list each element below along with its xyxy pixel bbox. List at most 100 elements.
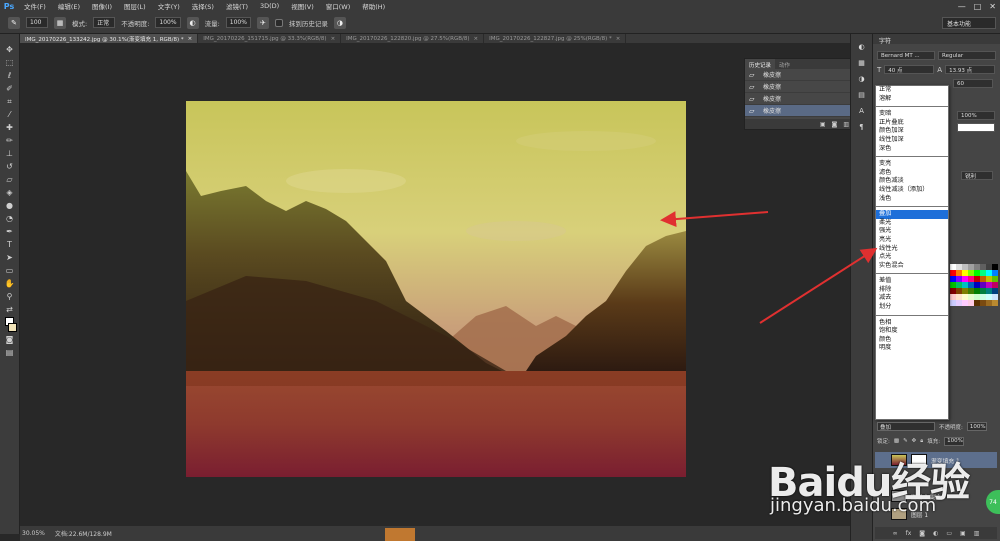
menu-image[interactable]: 图像(I) <box>86 1 118 11</box>
blend-mode-option[interactable]: 减去 <box>876 294 948 303</box>
swap-colors-icon[interactable]: ⇄ <box>3 304 17 315</box>
blend-mode-option[interactable]: 线性减淡（添加） <box>876 186 948 195</box>
character-panel-title[interactable]: 字符 <box>873 34 1000 45</box>
close-icon[interactable]: ✕ <box>989 2 996 11</box>
minimize-icon[interactable]: — <box>958 2 966 11</box>
blend-mode-option[interactable]: 正常 <box>876 86 948 95</box>
blend-mode-option[interactable]: 色相 <box>876 319 948 328</box>
quick-select-tool-icon[interactable]: ✐ <box>3 83 17 94</box>
airbrush-icon[interactable]: ✈ <box>256 16 269 29</box>
image-canvas[interactable] <box>186 101 686 477</box>
eraser-tool-icon[interactable]: ▱ <box>3 174 17 185</box>
new-doc-from-state-icon[interactable]: ▣ <box>820 121 826 128</box>
zoom-level[interactable]: 30.05% <box>22 530 45 537</box>
blend-mode-option[interactable]: 划分 <box>876 303 948 312</box>
clone-stamp-tool-icon[interactable]: ⊥ <box>3 148 17 159</box>
blend-mode-option[interactable]: 线性加深 <box>876 136 948 145</box>
blend-mode-option[interactable]: 颜色加深 <box>876 127 948 136</box>
paragraph-panel-icon[interactable]: ¶ <box>856 122 868 132</box>
menu-filter[interactable]: 滤镜(T) <box>220 1 254 11</box>
menu-window[interactable]: 窗口(W) <box>320 1 357 11</box>
blend-mode-option[interactable]: 溶解 <box>876 95 948 104</box>
healing-brush-tool-icon[interactable]: ✚ <box>3 122 17 133</box>
blend-mode-option[interactable]: 差值 <box>876 277 948 286</box>
link-layers-icon[interactable]: ∞ <box>893 530 898 537</box>
opacity-input[interactable]: 100% <box>155 17 181 28</box>
add-mask-icon[interactable]: ◙ <box>919 530 925 537</box>
blend-mode-option[interactable]: 叠加 <box>876 210 948 219</box>
tab-close-icon[interactable]: × <box>474 36 479 42</box>
fill-input[interactable]: 100% <box>944 436 965 446</box>
doc-tab-1[interactable]: IMG_20170226_133242.jpg @ 30.1%(渐变填充 1, … <box>20 34 199 43</box>
screen-mode-icon[interactable]: ▤ <box>3 347 17 358</box>
doc-tab-3[interactable]: IMG_20170226_122820.jpg @ 27.5%(RGB/8) × <box>341 34 485 43</box>
character-panel-icon[interactable]: A <box>856 106 868 116</box>
brush-panel-icon[interactable]: ▦ <box>54 16 66 29</box>
history-brush-tool-icon[interactable]: ↺ <box>3 161 17 172</box>
path-select-tool-icon[interactable]: ➤ <box>3 252 17 263</box>
history-panel-icon[interactable]: ▤ <box>856 90 868 100</box>
lock-transparency-icon[interactable]: ▩ <box>894 438 899 444</box>
flow-input[interactable]: 100% <box>225 17 251 28</box>
crop-tool-icon[interactable]: ⌗ <box>3 96 17 107</box>
new-group-icon[interactable]: ▭ <box>946 530 952 537</box>
pressure-size-icon[interactable]: ◑ <box>333 16 346 29</box>
vertical-scale-input[interactable]: 100% <box>957 111 995 120</box>
pressure-opacity-icon[interactable]: ◐ <box>186 16 199 29</box>
lasso-tool-icon[interactable]: ℓ <box>3 70 17 81</box>
menu-type[interactable]: 文字(Y) <box>152 1 186 11</box>
lock-pixels-icon[interactable]: ✎ <box>903 438 908 444</box>
text-color-swatch[interactable] <box>957 123 995 132</box>
shape-tool-icon[interactable]: ▭ <box>3 265 17 276</box>
tab-history[interactable]: 历史记录 <box>745 59 776 69</box>
marquee-tool-icon[interactable]: ⬚ <box>3 57 17 68</box>
trash-icon[interactable]: ▥ <box>843 121 849 128</box>
adjustments-panel-icon[interactable]: ◑ <box>856 74 868 84</box>
dodge-tool-icon[interactable]: ◔ <box>3 213 17 224</box>
new-layer-icon[interactable]: ▣ <box>960 530 966 537</box>
history-item[interactable]: ▱ 橡皮擦 <box>745 81 853 93</box>
blend-mode-option[interactable]: 深色 <box>876 145 948 154</box>
eraser-tool-preset-icon[interactable]: ✎ <box>8 16 20 29</box>
zoom-tool-icon[interactable]: ⚲ <box>3 291 17 302</box>
snapshot-icon[interactable]: ◙ <box>832 121 838 128</box>
blend-mode-option[interactable]: 强光 <box>876 227 948 236</box>
menu-file[interactable]: 文件(F) <box>18 1 52 11</box>
erase-history-checkbox[interactable] <box>274 18 283 27</box>
menu-view[interactable]: 视图(V) <box>285 1 320 11</box>
font-family-select[interactable]: Bernard MT ... <box>877 51 935 60</box>
blur-tool-icon[interactable]: ● <box>3 200 17 211</box>
move-tool-icon[interactable]: ✥ <box>3 44 17 55</box>
pen-tool-icon[interactable]: ✒ <box>3 226 17 237</box>
blend-mode-option[interactable]: 变暗 <box>876 110 948 119</box>
swatches-grid[interactable] <box>950 264 998 314</box>
menu-layer[interactable]: 图层(L) <box>118 1 152 11</box>
quick-mask-icon[interactable]: ◙ <box>3 334 17 345</box>
hand-tool-icon[interactable]: ✋ <box>3 278 17 289</box>
blend-mode-option[interactable]: 变亮 <box>876 160 948 169</box>
delete-layer-icon[interactable]: ▥ <box>974 530 980 537</box>
tracking-input[interactable]: 60 <box>953 79 993 88</box>
paint-bucket-tool-icon[interactable]: ◈ <box>3 187 17 198</box>
doc-tab-4[interactable]: IMG_20170226_122827.jpg @ 25%(RGB/8) * × <box>484 34 627 43</box>
swatches-panel-icon[interactable]: ▦ <box>856 58 868 68</box>
blend-mode-option[interactable]: 线性光 <box>876 245 948 254</box>
history-item[interactable]: ▱ 橡皮擦 <box>745 69 853 81</box>
layer-blend-mode-select[interactable]: 叠加 <box>877 422 935 431</box>
blend-mode-option[interactable]: 颜色减淡 <box>876 177 948 186</box>
menu-3d[interactable]: 3D(D) <box>254 2 285 10</box>
blend-mode-option[interactable]: 饱和度 <box>876 327 948 336</box>
layer-opacity-input[interactable]: 100% <box>966 422 987 431</box>
eyedropper-tool-icon[interactable]: ⁄ <box>3 109 17 120</box>
restore-icon[interactable]: □ <box>974 2 982 11</box>
workspace-select[interactable]: 基本功能 <box>942 17 996 29</box>
tab-close-icon[interactable]: × <box>331 36 336 42</box>
lock-position-icon[interactable]: ✥ <box>912 438 917 444</box>
font-size-input[interactable]: 40 点 <box>884 65 935 74</box>
menu-edit[interactable]: 编辑(E) <box>52 1 86 11</box>
blend-mode-option[interactable]: 浅色 <box>876 195 948 204</box>
blend-mode-option[interactable]: 实色混合 <box>876 262 948 271</box>
history-item[interactable]: ▱ 橡皮擦 <box>745 105 853 117</box>
lock-all-icon[interactable]: 🔒︎ <box>920 438 923 445</box>
menu-select[interactable]: 选择(S) <box>186 1 220 11</box>
